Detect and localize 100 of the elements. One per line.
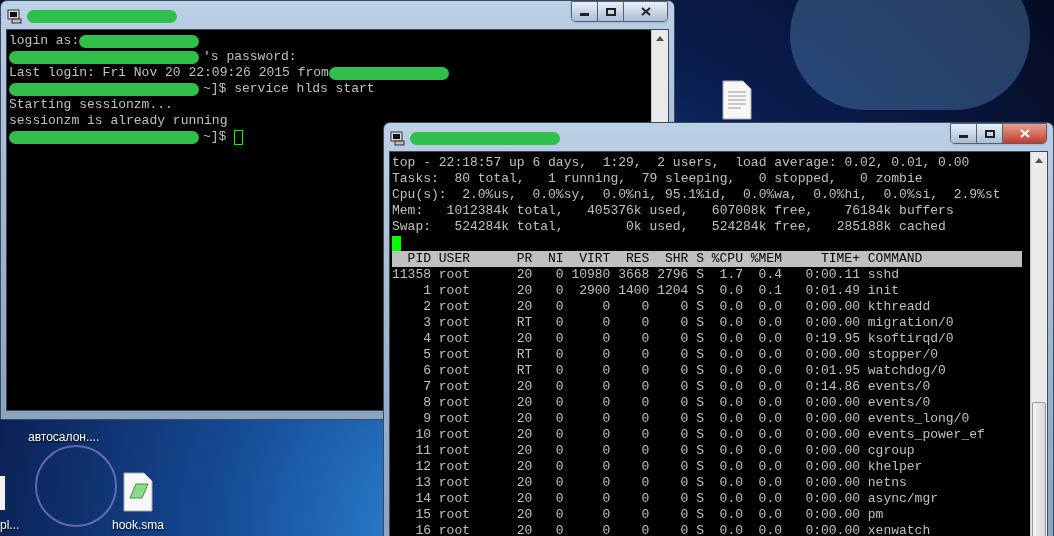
table-cell-text: 0 <box>679 443 689 459</box>
table-cell-text: 0 <box>640 315 650 331</box>
table-cell-text: root <box>437 363 471 379</box>
table-cell-text: 1.7 <box>718 267 743 283</box>
table-cell-text: 0 <box>601 331 611 347</box>
desktop-icon-label[interactable]: pl... <box>0 516 20 534</box>
table-cell-text: 0 <box>640 299 650 315</box>
table-cell-text: 0.0 <box>757 347 782 363</box>
column-header: RES <box>625 251 650 267</box>
table-cell-text: 0.0 <box>718 299 743 315</box>
table-cell-text: S <box>695 395 704 411</box>
maximize-button[interactable] <box>598 2 624 21</box>
table-cell-text: 0:00.00 <box>804 299 860 315</box>
table-cell-text: 0.0 <box>757 395 782 411</box>
table-cell-text: 0.0 <box>718 363 743 379</box>
table-cell-text: 0:00.00 <box>804 459 860 475</box>
table-cell-text: 0:00.00 <box>804 315 860 331</box>
table-cell-text: 0 <box>554 379 564 395</box>
table-cell-text: 0 <box>601 379 611 395</box>
table-cell-text: 0:00.00 <box>804 507 860 523</box>
column-header: COMMAND <box>866 251 923 267</box>
table-cell-text: 0 <box>554 315 564 331</box>
table-cell-text: 0 <box>640 379 650 395</box>
table-cell-text: 4 <box>422 331 431 347</box>
table-cell-text: ksoftirqd/0 <box>866 331 954 347</box>
table-cell-text: 0 <box>601 411 611 427</box>
table-cell-text: cgroup <box>866 443 915 459</box>
column-header: TIME+ <box>819 251 860 267</box>
table-cell-text: 0 <box>679 411 689 427</box>
table-cell-text: 2 <box>422 299 431 315</box>
table-cell-text: 0 <box>679 331 689 347</box>
table-cell-text: 20 <box>515 475 533 491</box>
table-cell-text: 15 <box>414 507 431 523</box>
table-cell-text: root <box>437 443 471 459</box>
table-cell-text: 0.0 <box>757 507 782 523</box>
table-cell-text: migration/0 <box>866 315 954 331</box>
table-cell-text: 20 <box>515 379 533 395</box>
table-cell-text: 0 <box>554 395 564 411</box>
table-cell-text: 0 <box>601 459 611 475</box>
column-header: S <box>695 251 704 267</box>
table-cell-text: 0 <box>601 347 611 363</box>
table-cell-text: 0.1 <box>757 283 782 299</box>
column-header: PR <box>515 251 533 267</box>
maximize-button[interactable] <box>977 124 1003 143</box>
table-cell-text: 0 <box>679 507 689 523</box>
table-cell-text: RT <box>515 347 533 363</box>
table-cell-text: 0 <box>679 523 689 536</box>
terminal-line: 's password: <box>203 49 297 65</box>
table-cell-text: 0:00.00 <box>804 523 860 536</box>
table-cell-text: 0.0 <box>718 443 743 459</box>
table-cell-text: 0.0 <box>718 395 743 411</box>
table-cell-text: S <box>695 331 704 347</box>
terminal-line: login as: <box>9 33 80 49</box>
table-cell-text: 0 <box>554 459 564 475</box>
table-cell-text: 0:00.00 <box>804 427 860 443</box>
table-cell-text: root <box>437 299 471 315</box>
table-cell-text: S <box>695 315 704 331</box>
table-cell-text: 20 <box>515 283 533 299</box>
table-cell-text: 0 <box>679 491 689 507</box>
table-cell-text: 20 <box>515 443 533 459</box>
table-cell-text: 0.0 <box>757 443 782 459</box>
document-icon[interactable] <box>721 80 753 120</box>
table-cell-text: 0 <box>554 427 564 443</box>
table-cell-text: 0.0 <box>757 475 782 491</box>
table-cell-text: S <box>695 283 704 299</box>
table-cell-text: 0.0 <box>718 347 743 363</box>
table-cell-text: 0 <box>640 475 650 491</box>
table-cell-text: stopper/0 <box>866 347 938 363</box>
close-button[interactable] <box>624 2 667 21</box>
table-cell-text: events/0 <box>866 395 931 411</box>
table-cell-text: 0 <box>679 315 689 331</box>
table-cell-text: 20 <box>515 267 533 283</box>
desktop-icon-label[interactable]: hook.sma <box>112 516 165 534</box>
table-cell-text: root <box>437 395 471 411</box>
table-cell-text: S <box>695 411 704 427</box>
table-cell-text: 0 <box>601 491 611 507</box>
table-cell-text: 0:14.86 <box>804 379 860 395</box>
table-cell-text: 0 <box>679 475 689 491</box>
desktop-icon-label[interactable]: автосалон.... <box>28 430 100 444</box>
table-cell-text: 0:00.00 <box>804 443 860 459</box>
table-cell-text: S <box>695 491 704 507</box>
minimize-button[interactable] <box>572 2 598 21</box>
column-header: PID <box>406 251 431 267</box>
table-cell-text: 6 <box>422 363 431 379</box>
terminal-line: Last login: Fri Nov 20 22:09:26 2015 from <box>9 65 329 81</box>
table-cell-text: 0 <box>640 347 650 363</box>
scroll-up-icon <box>656 36 664 41</box>
terminal-line: Mem: 1012384k total, 405376k used, 607008k free, 76184k buffers <box>392 203 954 219</box>
table-cell-text: S <box>695 427 704 443</box>
script-file-icon[interactable] <box>122 472 154 512</box>
scrollbar-thumb[interactable] <box>1032 402 1046 536</box>
table-cell-text: 0 <box>554 475 564 491</box>
table-cell-text: root <box>437 331 471 347</box>
table-cell-text: 0 <box>554 411 564 427</box>
table-cell-text: 0 <box>554 507 564 523</box>
table-cell-text: 0 <box>679 427 689 443</box>
table-cell-text: 0 <box>554 491 564 507</box>
close-icon <box>1019 129 1030 138</box>
table-cell-text: 0 <box>601 523 611 536</box>
minimize-button[interactable] <box>951 124 977 143</box>
